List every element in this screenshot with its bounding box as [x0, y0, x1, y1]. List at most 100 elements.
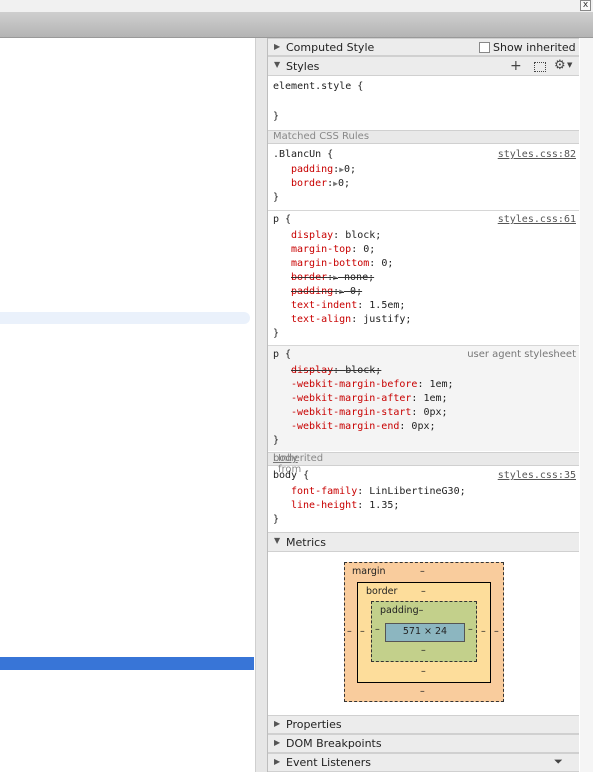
filter-icon[interactable]: ⏷ [554, 755, 563, 769]
computed-style-header[interactable]: ▶ Computed Style Show inherited [268, 38, 579, 56]
border-right-value[interactable]: – [481, 626, 486, 637]
styles-title: Styles [286, 60, 320, 73]
inherited-from-label: Inherited from body [273, 453, 323, 475]
properties-header[interactable]: ▶ Properties [268, 715, 579, 734]
property-value: 1.35; [369, 500, 400, 511]
styles-header[interactable]: ▼ Styles + ⚙ ▼ [268, 56, 579, 76]
margin-label: margin [352, 566, 386, 577]
margin-right-value[interactable]: – [494, 626, 499, 637]
property-name: -webkit-margin-after [291, 393, 412, 404]
css-rule-p-user-agent[interactable]: p { user agent stylesheet display: block… [268, 346, 579, 451]
collapse-triangle-icon[interactable]: ▼ [274, 60, 280, 69]
show-inherited-label: Show inherited [493, 41, 576, 54]
properties-title: Properties [286, 718, 342, 731]
border-box[interactable]: border – – – – padding– – – – 571 × 24 [357, 582, 491, 683]
stylesheet-link[interactable]: styles.css:35 [498, 469, 576, 483]
event-listeners-header[interactable]: ▶ Event Listeners ⏷ [268, 753, 579, 772]
padding-left-value[interactable]: – [375, 624, 380, 635]
property-name: padding [291, 164, 334, 175]
property-name: display [291, 365, 334, 376]
property-value: 0; [363, 244, 376, 255]
rule-close-brace: } [273, 514, 280, 525]
css-rule-blancun[interactable]: .BlancUn { styles.css:82 padding:▶0; bor… [268, 145, 579, 209]
styles-sidebar: ▶ Computed Style Show inherited ▼ Styles… [268, 38, 581, 772]
metrics-title: Metrics [286, 536, 326, 549]
event-listeners-title: Event Listeners [286, 756, 371, 769]
sidebar-scrollbar[interactable] [580, 38, 593, 772]
declaration[interactable]: text-indent: 1.5em; [291, 299, 405, 313]
property-name: text-indent [291, 300, 358, 311]
overridden-declaration[interactable]: border:▶ none; [291, 271, 374, 285]
selected-tree-row[interactable] [0, 657, 254, 670]
rule-close-brace: } [273, 328, 280, 339]
stylesheet-link[interactable]: styles.css:82 [498, 148, 576, 162]
property-value: LinLibertineG30; [369, 486, 466, 497]
overridden-declaration: display: block; [291, 365, 382, 376]
expand-shorthand-icon[interactable]: ▶ [339, 287, 344, 296]
border-label: border [366, 586, 398, 597]
matched-css-rules-label: Matched CSS Rules [273, 131, 370, 142]
border-bottom-value[interactable]: – [421, 666, 426, 677]
padding-right-value[interactable]: – [468, 624, 473, 635]
close-icon[interactable]: x [580, 0, 591, 11]
declaration[interactable]: font-family: LinLibertineG30; [291, 485, 466, 499]
property-value: 0; [337, 178, 351, 189]
declaration[interactable]: line-height: 1.35; [291, 499, 399, 513]
property-name: margin-bottom [291, 258, 370, 269]
collapse-triangle-icon[interactable]: ▼ [274, 536, 280, 545]
property-value: 0; [381, 258, 394, 269]
elements-tree-pane[interactable] [0, 38, 255, 772]
chevron-down-icon[interactable]: ▼ [567, 61, 572, 69]
overridden-declaration[interactable]: padding:▶ 0; [291, 285, 362, 299]
property-value: 1em; [423, 393, 448, 404]
inherited-from-header: Inherited from body [268, 452, 579, 475]
declaration[interactable]: padding:▶0; [291, 163, 356, 177]
expand-triangle-icon[interactable]: ▶ [274, 42, 280, 51]
declaration[interactable]: margin-bottom: 0; [291, 257, 393, 271]
expand-triangle-icon[interactable]: ▶ [274, 757, 280, 766]
expand-triangle-icon[interactable]: ▶ [274, 719, 280, 728]
plus-icon[interactable]: + [510, 58, 522, 74]
stylesheet-link[interactable]: styles.css:61 [498, 213, 576, 227]
gear-icon[interactable]: ⚙ [554, 58, 566, 73]
property-value: 0; [350, 286, 363, 297]
css-rule-body[interactable]: body { styles.css:35 font-family: LinLib… [268, 467, 579, 531]
declaration[interactable]: margin-top: 0; [291, 243, 375, 257]
element-state-icon[interactable] [534, 62, 546, 72]
matched-css-rules-header: Matched CSS Rules [268, 130, 579, 144]
declaration[interactable]: border:▶0; [291, 177, 350, 191]
show-inherited-checkbox[interactable] [479, 42, 490, 53]
rule-close-brace: } [273, 435, 280, 446]
padding-top-value[interactable]: – [419, 605, 424, 616]
hovered-tree-row[interactable] [0, 312, 250, 324]
content-size[interactable]: 571 × 24 [386, 626, 464, 637]
pane-splitter[interactable] [255, 38, 268, 772]
border-top-value[interactable]: – [421, 586, 426, 597]
property-name: display [291, 230, 334, 241]
user-agent-stylesheet-label: user agent stylesheet [467, 349, 576, 360]
margin-left-value[interactable]: – [347, 626, 352, 637]
content-box[interactable]: 571 × 24 [385, 623, 465, 642]
expand-triangle-icon[interactable]: ▶ [274, 738, 280, 747]
padding-bottom-value[interactable]: – [421, 645, 426, 656]
dom-breakpoints-title: DOM Breakpoints [286, 737, 382, 750]
declaration: -webkit-margin-before: 1em; [291, 379, 454, 390]
border-left-value[interactable]: – [360, 626, 365, 637]
element-style-rule[interactable]: element.style { } [268, 77, 579, 129]
margin-top-value[interactable]: – [420, 566, 425, 577]
padding-box[interactable]: padding– – – – 571 × 24 [371, 601, 477, 662]
css-rule-p[interactable]: p { styles.css:61 display: block; margin… [268, 211, 579, 345]
expand-shorthand-icon[interactable]: ▶ [333, 273, 338, 282]
metrics-header[interactable]: ▼ Metrics [268, 532, 579, 552]
property-value: none; [344, 272, 375, 283]
dom-breakpoints-header[interactable]: ▶ DOM Breakpoints [268, 734, 579, 753]
property-name: border [291, 272, 328, 283]
declaration[interactable]: text-align: justify; [291, 313, 411, 327]
computed-style-title: Computed Style [286, 41, 375, 54]
rule-selector: p { [273, 349, 292, 360]
declaration[interactable]: display: block; [291, 229, 381, 243]
rule-selector: .BlancUn { [273, 149, 334, 160]
property-value: justify; [363, 314, 412, 325]
margin-box[interactable]: margin – – – – border – – – – padding– –… [344, 562, 504, 702]
margin-bottom-value[interactable]: – [420, 686, 425, 697]
